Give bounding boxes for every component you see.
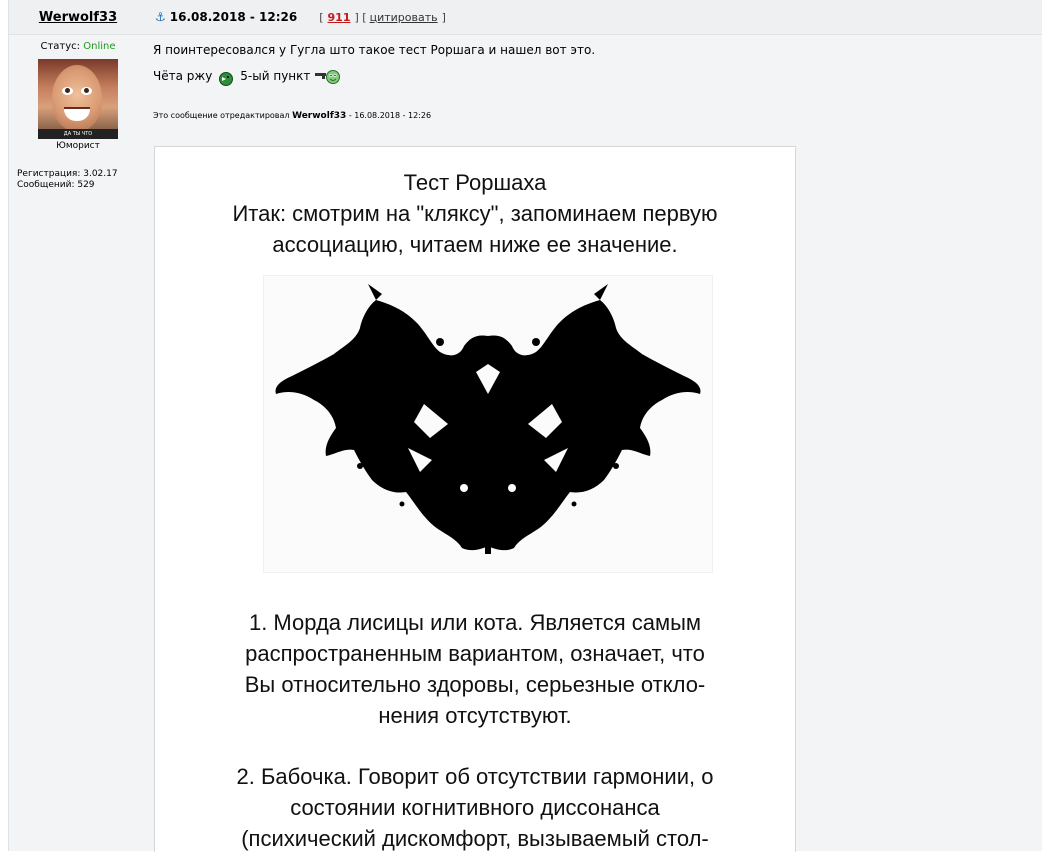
smiley-laugh-icon [219, 72, 234, 86]
user-column: Werwolf33 Статус: Online ДА ТЫ ЧТО Юмори… [8, 0, 147, 851]
edited-prefix: Это сообщение отредактировал [153, 111, 290, 120]
rorschach-image: Тест Роршаха Итак: смотрим на "кляксу", … [154, 146, 796, 852]
image-item-2: 2. Бабочка. Говорит об отсутствии гармон… [155, 761, 795, 852]
ink-blot-illustration [275, 284, 701, 554]
image-item-line: нения отсутствуют. [378, 703, 572, 728]
post-text-fifth: 5-ый пункт [240, 69, 311, 83]
image-item-1: 1. Морда лисицы или кота. Является самым… [155, 607, 795, 731]
bracket-close: ] [441, 10, 446, 24]
post-date: 16.08.2018 - 12:26 [169, 10, 298, 24]
user-header: Werwolf33 [9, 0, 147, 35]
user-status: Статус: Online [9, 41, 147, 52]
avatar: ДА ТЫ ЧТО [38, 59, 118, 139]
image-title-line: ассоциацию, читаем ниже ее значение. [272, 232, 678, 257]
edited-user: Werwolf33 [292, 111, 347, 121]
post-text-laugh: Чёта ржу [153, 69, 213, 83]
image-title: Тест Роршаха Итак: смотрим на "кляксу", … [155, 167, 795, 260]
edited-suffix: - 16.08.2018 - 12:26 [348, 111, 432, 120]
post-text-line1: Я поинтересовался у Гугла што такое тест… [153, 43, 596, 57]
anchor-icon[interactable]: ⚓ [155, 10, 166, 24]
smiley-gun-icon [315, 70, 341, 84]
status-label: Статус: [40, 41, 81, 52]
username-link[interactable]: Werwolf33 [39, 10, 117, 25]
quote-link[interactable]: цитировать [370, 11, 438, 24]
image-item-line: 2. Бабочка. Говорит об отсутствии гармон… [236, 764, 714, 789]
post-column: ⚓ 16.08.2018 - 12:26 [ 911 ] [ цитироват… [147, 0, 1042, 852]
image-item-line: состоянии когнитивного диссонанса [290, 795, 660, 820]
image-item-line: 1. Морда лисицы или кота. Является самым [248, 610, 702, 635]
bracket-mid: ] [ [354, 10, 367, 24]
registration-date: Регистрация: 3.02.17 [17, 169, 118, 179]
user-registration-info: Регистрация: 3.02.17 Сообщений: 529 [17, 169, 147, 191]
user-rank: Юморист [56, 141, 100, 151]
edited-note: Это сообщение отредактировал Werwolf33 -… [153, 111, 1036, 121]
avatar-caption: ДА ТЫ ЧТО [38, 129, 118, 139]
ink-blot-frame [263, 275, 713, 573]
post-header: ⚓ 16.08.2018 - 12:26 [ 911 ] [ цитироват… [147, 0, 1042, 35]
image-title-line: Итак: смотрим на "кляксу", запоминаем пе… [232, 201, 718, 226]
post-number-link[interactable]: 911 [328, 11, 351, 24]
image-title-line: Тест Роршаха [403, 170, 547, 195]
bracket-open: [ [319, 10, 324, 24]
image-item-line: распространенным вариантом, означает, чт… [245, 641, 705, 666]
image-item-line: (психический дискомфорт, вызываемый стол… [241, 826, 709, 851]
post-body: Я поинтересовался у Гугла што такое тест… [147, 35, 1042, 129]
image-item-line: Вы относительно здоровы, серьезные откло… [244, 672, 706, 697]
status-online: Online [83, 41, 116, 52]
avatar-face [52, 65, 102, 131]
post-text-line2: Чёта ржу 5-ый пункт [153, 65, 1036, 87]
message-count: Сообщений: 529 [17, 180, 95, 190]
